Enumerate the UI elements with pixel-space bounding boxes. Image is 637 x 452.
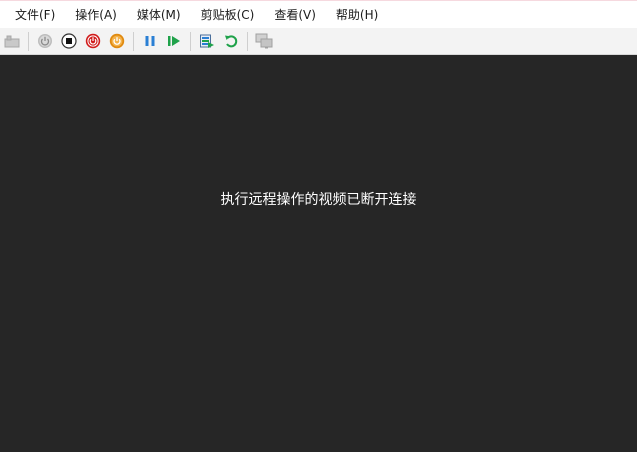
toolbar-separator <box>28 31 29 51</box>
menu-help[interactable]: 帮助(H) <box>326 4 388 26</box>
start-button[interactable] <box>35 31 55 51</box>
pause-button[interactable] <box>140 31 160 51</box>
toolbar-separator <box>133 31 134 51</box>
resume-icon <box>168 36 180 46</box>
toolbar <box>0 28 637 55</box>
turn-off-icon <box>61 33 77 49</box>
vm-display-area[interactable]: 执行远程操作的视频已断开连接 <box>0 55 637 452</box>
menu-file[interactable]: 文件(F) <box>5 4 65 26</box>
ctrl-alt-del-icon <box>4 35 20 48</box>
disconnected-message: 执行远程操作的视频已断开连接 <box>220 192 417 208</box>
shut-down-icon <box>85 33 101 49</box>
revert-button[interactable] <box>221 31 241 51</box>
shut-down-button[interactable] <box>83 31 103 51</box>
resume-button[interactable] <box>164 31 184 51</box>
menu-view[interactable]: 查看(V) <box>264 4 326 26</box>
vm-connection-window: 文件(F) 操作(A) 媒体(M) 剪贴板(C) 查看(V) 帮助(H) 执行远… <box>0 0 637 452</box>
menu-bar: 文件(F) 操作(A) 媒体(M) 剪贴板(C) 查看(V) 帮助(H) <box>0 0 637 28</box>
turn-off-button[interactable] <box>59 31 79 51</box>
checkpoint-icon <box>200 34 214 48</box>
toolbar-separator <box>247 31 248 51</box>
menu-action[interactable]: 操作(A) <box>65 4 127 26</box>
enhanced-session-button[interactable] <box>254 31 274 51</box>
enhanced-session-icon <box>255 33 273 49</box>
revert-icon <box>225 35 238 48</box>
start-icon <box>38 34 52 48</box>
save-state-button[interactable] <box>107 31 127 51</box>
checkpoint-button[interactable] <box>197 31 217 51</box>
ctrl-alt-del-button[interactable] <box>2 31 22 51</box>
save-state-icon <box>109 33 125 49</box>
toolbar-separator <box>190 31 191 51</box>
pause-icon <box>145 36 155 46</box>
menu-media[interactable]: 媒体(M) <box>127 4 191 26</box>
menu-clipboard[interactable]: 剪贴板(C) <box>191 4 265 26</box>
